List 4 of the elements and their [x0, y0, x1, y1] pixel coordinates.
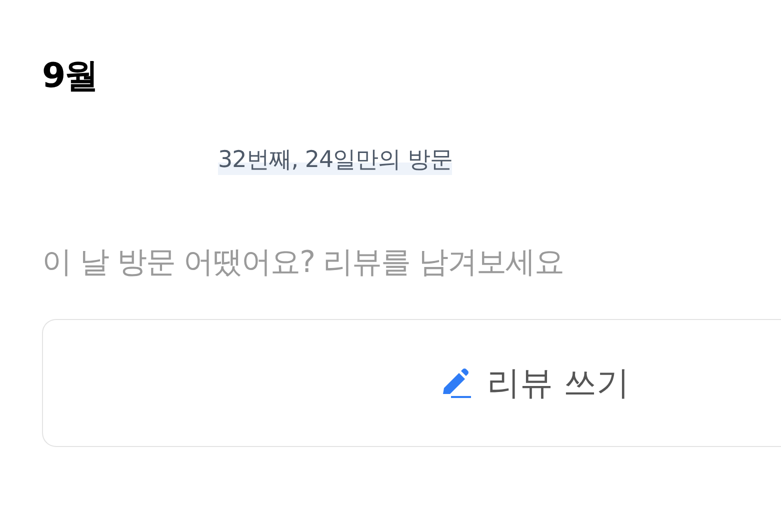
month-heading: 9월	[42, 58, 99, 96]
visit-info: 32번째, 24일만의 방문	[218, 147, 452, 175]
review-prompt: 이 날 방문 어땠어요? 리뷰를 남겨보세요	[42, 244, 565, 281]
write-review-button[interactable]: 리뷰 쓰기	[42, 318, 781, 447]
